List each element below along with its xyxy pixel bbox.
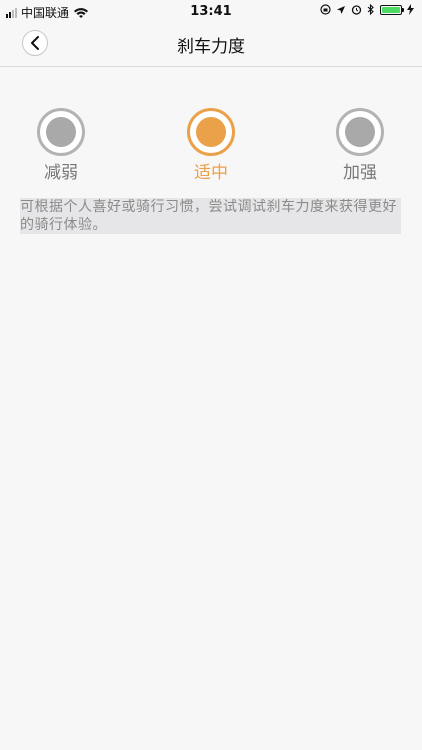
location-icon <box>337 5 345 14</box>
option-strengthen[interactable]: 加强 <box>315 108 405 183</box>
radio-dot <box>196 117 226 147</box>
nav-bar: 刹车力度 <box>0 24 422 67</box>
option-label: 减弱 <box>44 163 78 183</box>
option-label: 适中 <box>194 163 228 183</box>
option-weaken[interactable]: 减弱 <box>16 108 106 183</box>
charging-icon <box>407 4 414 15</box>
alarm-icon <box>351 5 362 15</box>
radio-ring-icon <box>37 108 85 156</box>
radio-dot <box>46 117 76 147</box>
radio-ring-icon <box>187 108 235 156</box>
page-title: 刹车力度 <box>177 37 245 57</box>
description-text: 可根据个人喜好或骑行习惯，尝试调试刹车力度来获得更好的骑行体验。 <box>20 198 401 234</box>
radio-dot <box>345 117 375 147</box>
bluetooth-icon <box>367 4 374 15</box>
radio-ring-icon <box>336 108 384 156</box>
status-bar: 中国联通 13:41 <box>0 0 422 24</box>
battery-icon <box>380 4 404 15</box>
rotation-lock-icon <box>320 4 331 15</box>
option-moderate[interactable]: 适中 <box>166 108 256 183</box>
status-right <box>320 4 414 15</box>
option-label: 加强 <box>343 163 377 183</box>
